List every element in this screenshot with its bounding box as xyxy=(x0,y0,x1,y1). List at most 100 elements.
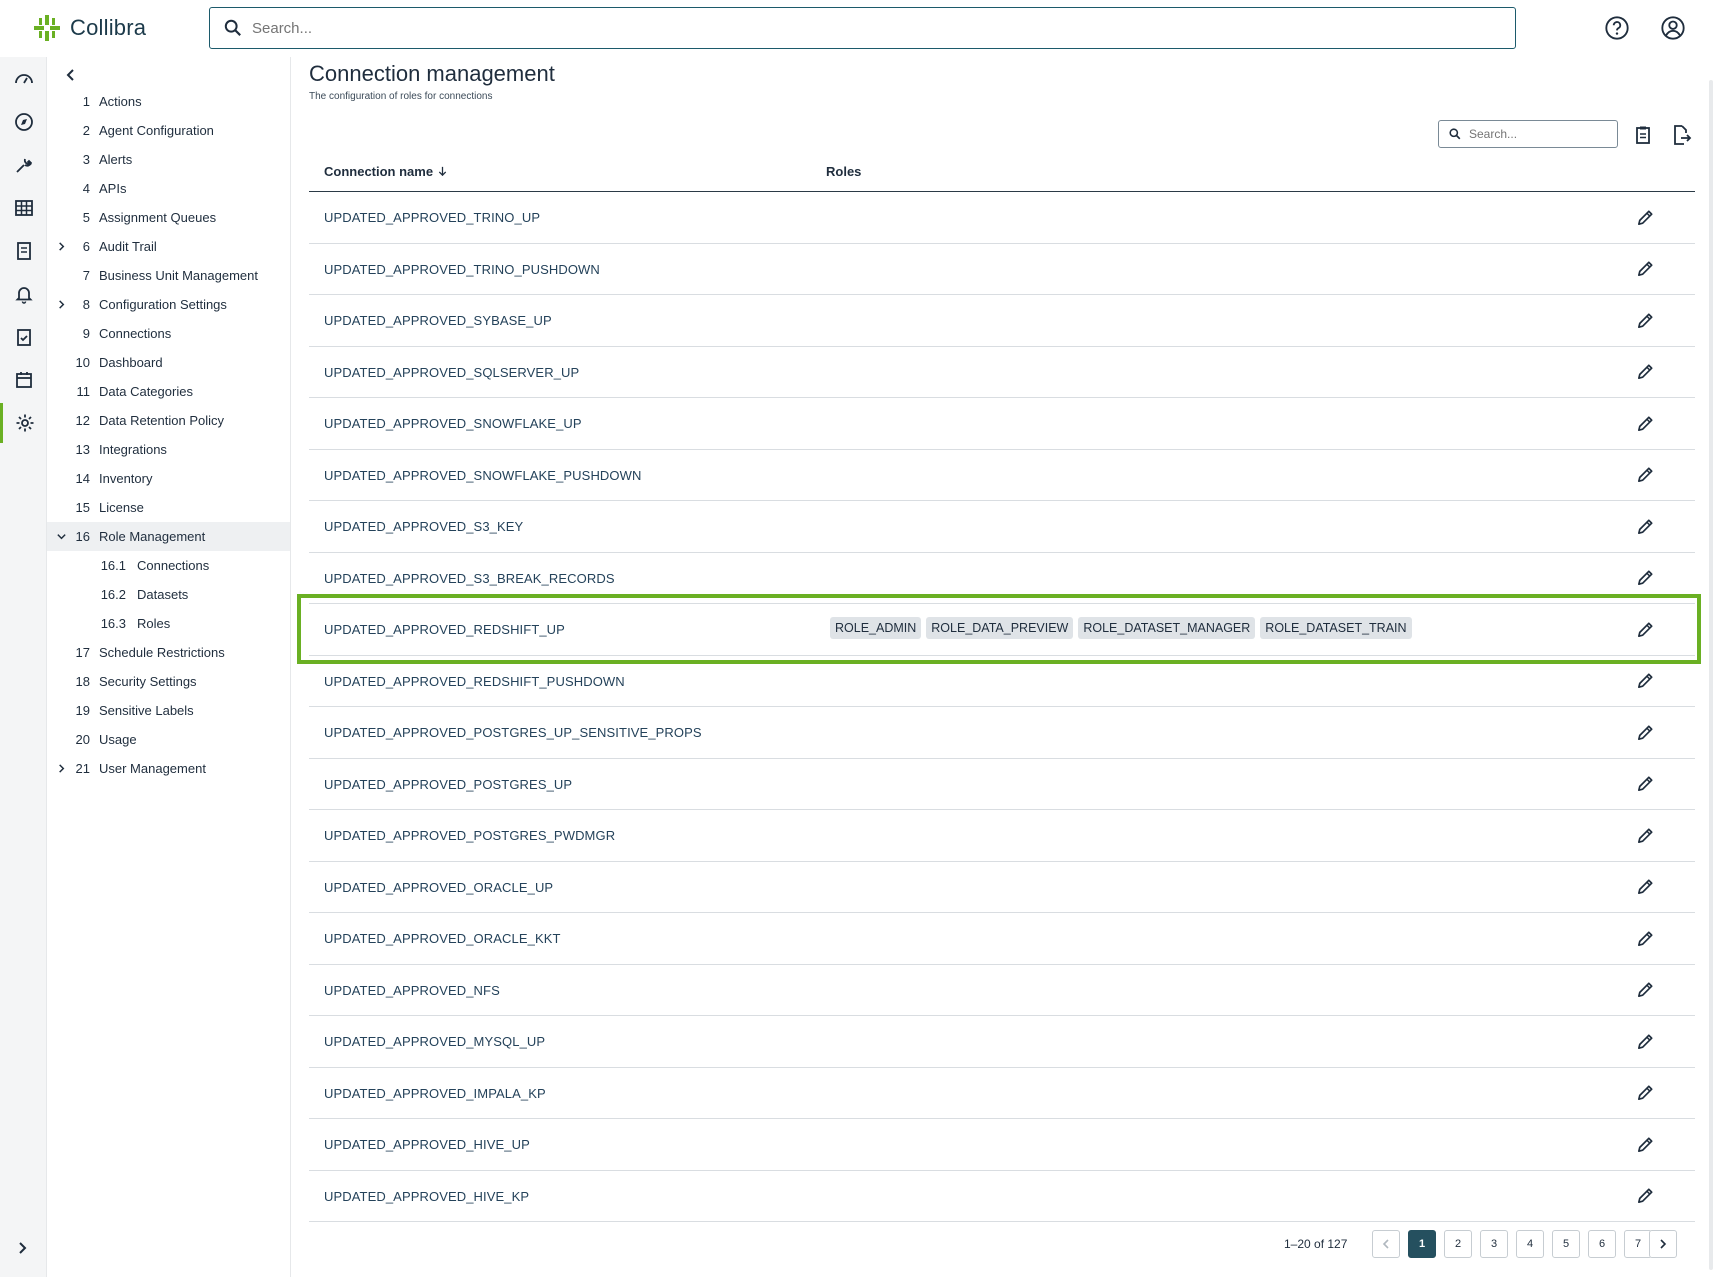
nav-item[interactable]: 16.2 Datasets xyxy=(47,580,290,609)
explore-compass-icon[interactable] xyxy=(0,102,47,142)
page-button[interactable]: 7 xyxy=(1624,1230,1652,1258)
table-row[interactable]: UPDATED_APPROVED_TRINO_PUSHDOWN xyxy=(309,244,1695,295)
nav-item[interactable]: 11 Data Categories xyxy=(47,377,290,406)
nav-item[interactable]: 3 Alerts xyxy=(47,145,290,174)
edit-pencil-icon[interactable] xyxy=(1634,258,1656,280)
page-button[interactable]: 5 xyxy=(1552,1230,1580,1258)
nav-item[interactable]: 10 Dashboard xyxy=(47,348,290,377)
nav-item[interactable]: 9 Connections xyxy=(47,319,290,348)
edit-pencil-icon[interactable] xyxy=(1634,927,1656,949)
report-icon[interactable] xyxy=(0,231,47,271)
table-row[interactable]: UPDATED_APPROVED_SNOWFLAKE_PUSHDOWN xyxy=(309,450,1695,501)
clipboard-icon[interactable] xyxy=(1631,123,1655,147)
nav-item[interactable]: 16 Role Management xyxy=(47,522,290,551)
edit-pencil-icon[interactable] xyxy=(1634,618,1656,640)
gear-icon[interactable] xyxy=(0,403,47,443)
edit-pencil-icon[interactable] xyxy=(1634,361,1656,383)
page-scrollbar[interactable] xyxy=(1709,80,1713,1270)
edit-pencil-icon[interactable] xyxy=(1634,464,1656,486)
table-row[interactable]: UPDATED_APPROVED_POSTGRES_UP xyxy=(309,759,1695,810)
nav-item[interactable]: 20 Usage xyxy=(47,725,290,754)
edit-pencil-icon[interactable] xyxy=(1634,1082,1656,1104)
collibra-logo[interactable]: Collibra xyxy=(32,8,146,48)
table-row[interactable]: UPDATED_APPROVED_MYSQL_UP xyxy=(309,1016,1695,1068)
edit-pencil-icon[interactable] xyxy=(1634,721,1656,743)
edit-pencil-icon[interactable] xyxy=(1634,1133,1656,1155)
table-row[interactable]: UPDATED_APPROVED_S3_KEY xyxy=(309,501,1695,553)
edit-pencil-icon[interactable] xyxy=(1634,412,1656,434)
nav-item[interactable]: 7 Business Unit Management xyxy=(47,261,290,290)
edit-pencil-icon[interactable] xyxy=(1634,567,1656,589)
prev-page-button[interactable] xyxy=(1372,1230,1400,1258)
nav-item[interactable]: 15 License xyxy=(47,493,290,522)
back-chevron-icon[interactable] xyxy=(61,65,81,85)
chevron-down-icon[interactable] xyxy=(55,531,67,543)
user-circle-icon[interactable] xyxy=(1659,14,1687,42)
calendar-icon[interactable] xyxy=(0,360,47,400)
page-button[interactable]: 3 xyxy=(1480,1230,1508,1258)
nav-item[interactable]: 18 Security Settings xyxy=(47,667,290,696)
nav-item[interactable]: 5 Assignment Queues xyxy=(47,203,290,232)
global-search[interactable] xyxy=(209,7,1516,49)
column-header-connection-name[interactable]: Connection name xyxy=(324,164,448,179)
nav-item[interactable]: 1 Actions xyxy=(47,87,290,116)
table-row[interactable]: UPDATED_APPROVED_REDSHIFT_PUSHDOWN xyxy=(309,656,1695,707)
global-search-input[interactable] xyxy=(252,19,1452,37)
edit-pencil-icon[interactable] xyxy=(1634,515,1656,537)
table-row[interactable]: UPDATED_APPROVED_POSTGRES_PWDMGR xyxy=(309,810,1695,862)
chevron-right-icon[interactable] xyxy=(55,299,67,311)
nav-item[interactable]: 8 Configuration Settings xyxy=(47,290,290,319)
table-row[interactable]: UPDATED_APPROVED_HIVE_KP xyxy=(309,1171,1695,1222)
nav-item[interactable]: 12 Data Retention Policy xyxy=(47,406,290,435)
table-row[interactable]: UPDATED_APPROVED_SNOWFLAKE_UP xyxy=(309,398,1695,450)
help-circle-icon[interactable] xyxy=(1603,14,1631,42)
wrench-icon[interactable] xyxy=(0,145,47,185)
bell-icon[interactable] xyxy=(0,274,47,314)
nav-item[interactable]: 19 Sensitive Labels xyxy=(47,696,290,725)
edit-pencil-icon[interactable] xyxy=(1634,1030,1656,1052)
chevron-right-icon[interactable] xyxy=(55,241,67,253)
dashboard-gauge-icon[interactable] xyxy=(0,59,47,99)
column-header-roles[interactable]: Roles xyxy=(826,164,861,179)
table-search[interactable] xyxy=(1438,120,1618,148)
table-row[interactable]: UPDATED_APPROVED_HIVE_UP xyxy=(309,1119,1695,1171)
nav-item[interactable]: 16.3 Roles xyxy=(47,609,290,638)
page-button[interactable]: 4 xyxy=(1516,1230,1544,1258)
table-search-input[interactable] xyxy=(1469,127,1609,141)
edit-pencil-icon[interactable] xyxy=(1634,979,1656,1001)
table-row[interactable]: UPDATED_APPROVED_ORACLE_UP xyxy=(309,862,1695,913)
table-row[interactable]: UPDATED_APPROVED_IMPALA_KP xyxy=(309,1068,1695,1119)
nav-item[interactable]: 16.1 Connections xyxy=(47,551,290,580)
nav-item[interactable]: 6 Audit Trail xyxy=(47,232,290,261)
nav-item[interactable]: 4 APIs xyxy=(47,174,290,203)
nav-item[interactable]: 21 User Management xyxy=(47,754,290,783)
table-grid-icon[interactable] xyxy=(0,188,47,228)
edit-pencil-icon[interactable] xyxy=(1634,824,1656,846)
nav-item[interactable]: 13 Integrations xyxy=(47,435,290,464)
nav-item[interactable]: 17 Schedule Restrictions xyxy=(47,638,290,667)
next-page-button[interactable] xyxy=(1649,1230,1677,1258)
edit-pencil-icon[interactable] xyxy=(1634,309,1656,331)
table-row[interactable]: UPDATED_APPROVED_REDSHIFT_UP ROLE_ADMIN RO… xyxy=(309,604,1695,656)
table-row[interactable]: UPDATED_APPROVED_SQLSERVER_UP xyxy=(309,347,1695,398)
table-row[interactable]: UPDATED_APPROVED_NFS xyxy=(309,965,1695,1016)
edit-pencil-icon[interactable] xyxy=(1634,773,1656,795)
table-row[interactable]: UPDATED_APPROVED_TRINO_UP xyxy=(309,192,1695,244)
export-icon[interactable] xyxy=(1669,123,1693,147)
table-row[interactable]: UPDATED_APPROVED_S3_BREAK_RECORDS xyxy=(309,553,1695,604)
clipboard-check-icon[interactable] xyxy=(0,317,47,357)
table-row[interactable]: UPDATED_APPROVED_ORACLE_KKT xyxy=(309,913,1695,965)
nav-item[interactable]: 2 Agent Configuration xyxy=(47,116,290,145)
page-button[interactable]: 2 xyxy=(1444,1230,1472,1258)
edit-pencil-icon[interactable] xyxy=(1634,876,1656,898)
edit-pencil-icon[interactable] xyxy=(1634,670,1656,692)
expand-rail-icon[interactable] xyxy=(12,1238,32,1263)
page-button[interactable]: 1 xyxy=(1408,1230,1436,1258)
page-button[interactable]: 6 xyxy=(1588,1230,1616,1258)
nav-item[interactable]: 14 Inventory xyxy=(47,464,290,493)
edit-pencil-icon[interactable] xyxy=(1634,206,1656,228)
edit-pencil-icon[interactable] xyxy=(1634,1185,1656,1207)
table-row[interactable]: UPDATED_APPROVED_SYBASE_UP xyxy=(309,295,1695,347)
table-row[interactable]: UPDATED_APPROVED_POSTGRES_UP_SENSITIVE_P… xyxy=(309,707,1695,759)
chevron-right-icon[interactable] xyxy=(55,763,67,775)
